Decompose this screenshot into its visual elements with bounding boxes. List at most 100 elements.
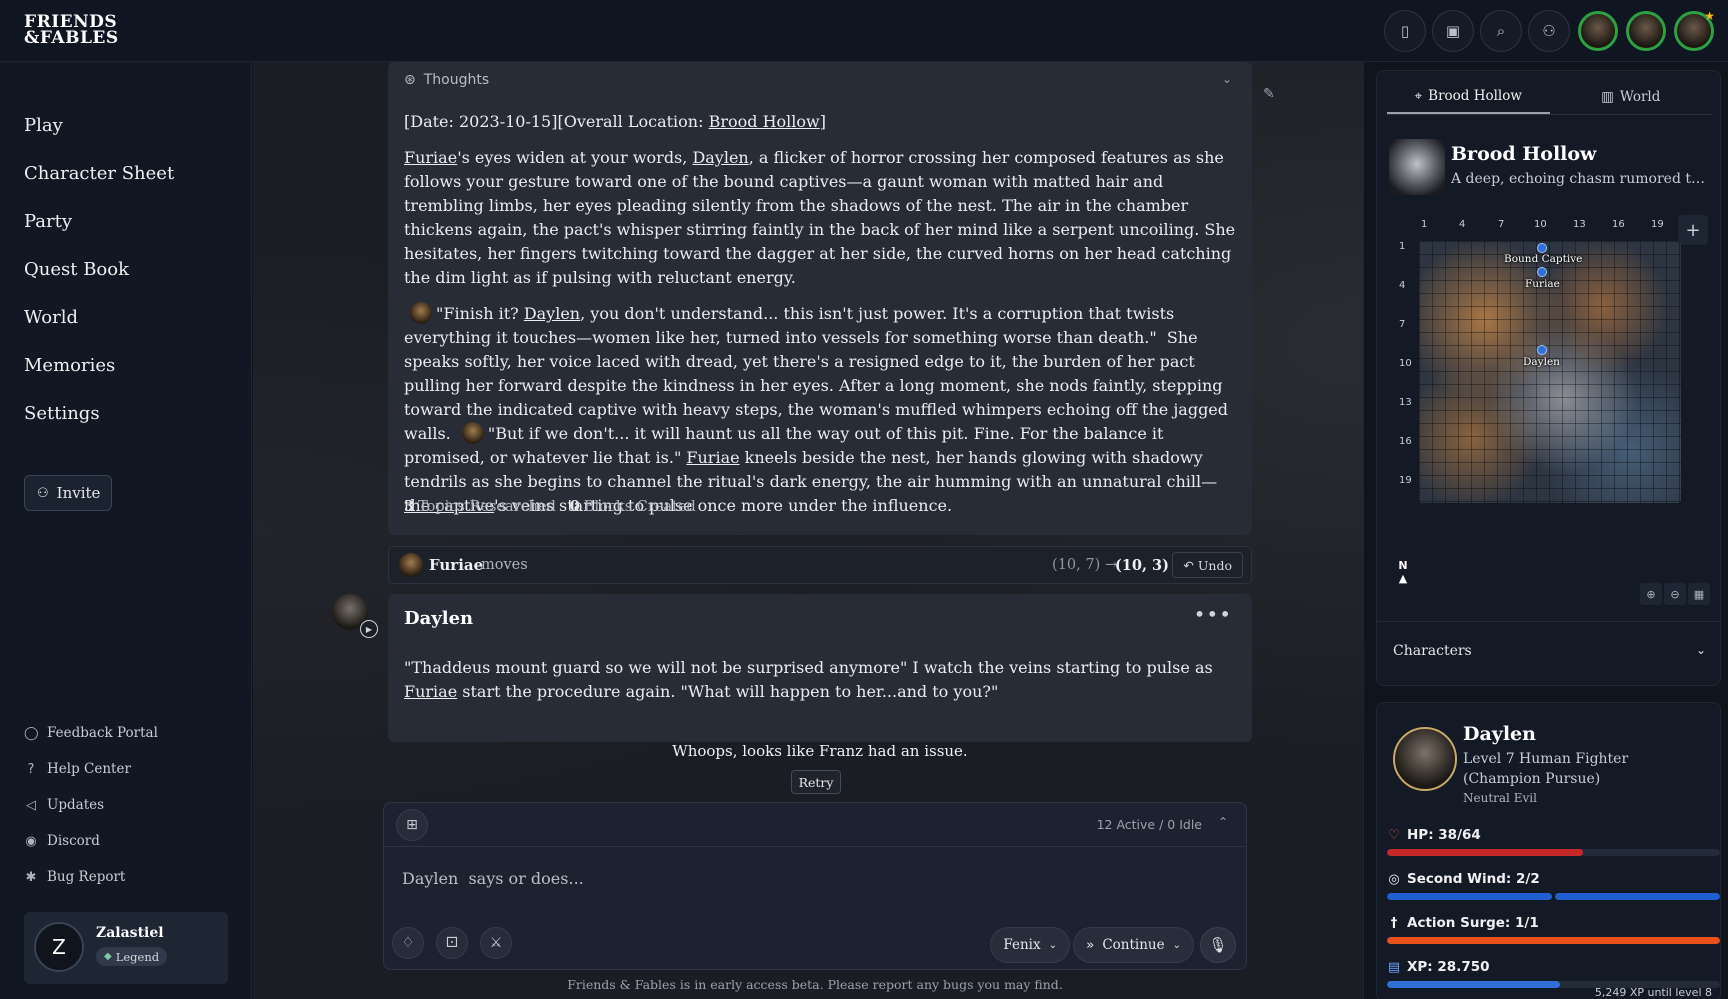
updates-link[interactable]: ◁ Updates bbox=[24, 787, 158, 823]
map-token[interactable] bbox=[1537, 243, 1547, 253]
undo-icon: ↶ bbox=[1183, 557, 1194, 573]
lightbulb-icon[interactable]: ♢ bbox=[392, 927, 424, 959]
character-link[interactable]: Daylen bbox=[524, 304, 580, 323]
second-wind-stat: ◎ Second Wind: 2/2 bbox=[1387, 871, 1720, 900]
nav-item-play[interactable]: Play bbox=[24, 114, 174, 162]
chevron-down-icon: ⌄ bbox=[1172, 939, 1181, 951]
character-link[interactable]: Furiae bbox=[404, 682, 457, 701]
location-description: A deep, echoing chasm rumored to be... bbox=[1451, 171, 1713, 187]
action-surge-stat: † Action Surge: 1/1 bbox=[1387, 915, 1720, 944]
search-icon[interactable]: ⌕ bbox=[1480, 10, 1522, 52]
chevron-down-icon: ⌄ bbox=[1048, 939, 1057, 951]
nav-item-party[interactable]: Party bbox=[24, 210, 174, 258]
chevron-up-icon[interactable]: ⌃ bbox=[1218, 815, 1228, 829]
feedback-portal-link[interactable]: ◯ Feedback Portal bbox=[24, 715, 158, 751]
map-token[interactable] bbox=[1537, 267, 1547, 277]
star-icon: ★ bbox=[1704, 9, 1715, 23]
location-name: Brood Hollow bbox=[1451, 143, 1597, 165]
invite-button[interactable]: ⚇ Invite bbox=[24, 475, 112, 511]
party-avatar-1[interactable] bbox=[1578, 11, 1618, 51]
help-center-link[interactable]: ? Help Center bbox=[24, 751, 158, 787]
retry-button[interactable]: Retry bbox=[791, 770, 841, 794]
character-link[interactable]: Furiae bbox=[686, 448, 739, 467]
pencil-icon[interactable]: ✎ bbox=[1263, 86, 1275, 102]
row-label: 19 bbox=[1399, 475, 1412, 486]
col-label: 13 bbox=[1573, 219, 1586, 230]
nav-item-memories[interactable]: Memories bbox=[24, 354, 174, 402]
top-bar: FRIENDS &FABLES ▯ ▣ ⌕ ⚇ ★ bbox=[0, 0, 1728, 62]
bug-icon: ✱ bbox=[25, 869, 37, 885]
col-label: 16 bbox=[1612, 219, 1625, 230]
zoom-out-icon[interactable]: ⊖ bbox=[1664, 583, 1686, 605]
model-select[interactable]: Fenix ⌄ bbox=[990, 927, 1070, 963]
gem-icon: ◆ bbox=[104, 951, 112, 962]
composer: ⊞ 12 Active / 0 Idle ⌃ ♢ ⚀ ⚔ Fenix ⌄ » C… bbox=[383, 802, 1247, 970]
zoom-in-icon[interactable]: ⊕ bbox=[1640, 583, 1662, 605]
character-card: Daylen Level 7 Human Fighter (Champion P… bbox=[1376, 702, 1721, 999]
brain-icon: ⊛ bbox=[404, 72, 416, 88]
action-surge-header: † Action Surge: 1/1 bbox=[1387, 915, 1720, 931]
book-icon: ▤ bbox=[1387, 959, 1401, 975]
play-icon[interactable]: ▶ bbox=[360, 620, 378, 638]
grid-icon[interactable]: ▦ bbox=[1688, 583, 1710, 605]
link-label: Help Center bbox=[47, 761, 131, 777]
tab-world[interactable]: ▥ World bbox=[1550, 79, 1713, 114]
add-user-icon: ⚇ bbox=[37, 485, 49, 501]
bug-report-link[interactable]: ✱ Bug Report bbox=[24, 859, 158, 895]
hp-label: HP: 38/64 bbox=[1407, 827, 1481, 843]
party-avatar-3[interactable]: ★ bbox=[1674, 9, 1715, 51]
chevron-down-icon[interactable]: ⌄ bbox=[1222, 72, 1232, 86]
xp-stat: ▤ XP: 28.750 bbox=[1387, 959, 1720, 988]
more-options-icon[interactable]: ••• bbox=[1194, 602, 1232, 626]
compass-label: N bbox=[1398, 559, 1408, 572]
characters-toggle[interactable]: Characters ⌄ bbox=[1377, 621, 1720, 681]
composer-header: ⊞ 12 Active / 0 Idle ⌃ bbox=[384, 803, 1246, 847]
move-verb: moves bbox=[481, 557, 528, 573]
add-icon[interactable]: + bbox=[1678, 215, 1708, 245]
activity-status: 12 Active / 0 Idle bbox=[1096, 817, 1202, 832]
sword-icon[interactable]: ⚔ bbox=[480, 927, 512, 959]
avatar[interactable] bbox=[1393, 727, 1457, 791]
nav-item-character-sheet[interactable]: Character Sheet bbox=[24, 162, 174, 210]
battle-map[interactable]: Bound Captive Furiae Daylen bbox=[1419, 241, 1681, 503]
row-label: 13 bbox=[1399, 397, 1412, 408]
tab-local[interactable]: ⌖ Brood Hollow bbox=[1387, 79, 1550, 114]
image-icon[interactable]: ▣ bbox=[1432, 10, 1474, 52]
user-name: Zalastiel bbox=[96, 925, 164, 941]
tab-label: Brood Hollow bbox=[1428, 87, 1522, 104]
undo-button[interactable]: ↶ Undo bbox=[1172, 552, 1243, 578]
party-avatar-2[interactable] bbox=[1626, 11, 1666, 51]
token-label: Daylen bbox=[1523, 356, 1560, 368]
nav-item-settings[interactable]: Settings bbox=[24, 402, 174, 450]
link-label: Bug Report bbox=[47, 869, 126, 885]
blocks-label: Blocks Created bbox=[583, 499, 696, 515]
character-link[interactable]: Furiae bbox=[404, 148, 457, 167]
nav-item-quest-book[interactable]: Quest Book bbox=[24, 258, 174, 306]
avatar bbox=[399, 553, 423, 577]
map-token[interactable] bbox=[1537, 345, 1547, 355]
move-event: Furiae moves (10, 7) → (10, 3) ↶ Undo bbox=[388, 546, 1252, 584]
discord-link[interactable]: ◉ Discord bbox=[24, 823, 158, 859]
microphone-icon[interactable]: 🎙 bbox=[1200, 927, 1236, 963]
app-logo[interactable]: FRIENDS &FABLES bbox=[24, 14, 119, 47]
add-user-icon[interactable]: ⚇ bbox=[1528, 10, 1570, 52]
message-text: "Thaddeus mount guard so we will not be … bbox=[404, 656, 1240, 704]
action-input[interactable] bbox=[402, 869, 1222, 888]
right-panel: ⌖ Brood Hollow ▥ World Brood Hollow A de… bbox=[1363, 62, 1728, 999]
sidebar-toggle-icon[interactable]: ▯ bbox=[1384, 10, 1426, 52]
location-image bbox=[1389, 139, 1445, 195]
player-message: Daylen ••• "Thaddeus mount guard so we w… bbox=[388, 594, 1252, 742]
invite-label: Invite bbox=[56, 484, 101, 502]
user-card[interactable]: Z Zalastiel ◆ Legend bbox=[24, 912, 228, 984]
dice-icon[interactable]: ⚀ bbox=[436, 927, 468, 959]
location-link[interactable]: Brood Hollow bbox=[709, 112, 820, 131]
continue-button[interactable]: » Continue ⌄ bbox=[1073, 927, 1194, 963]
mover-name: Furiae bbox=[429, 556, 484, 574]
nav-item-world[interactable]: World bbox=[24, 306, 174, 354]
blocks-icon[interactable]: ⊞ bbox=[396, 809, 428, 841]
character-class: Level 7 Human Fighter (Champion Pursue) bbox=[1463, 751, 1629, 787]
hp-header: ♡ HP: 38/64 bbox=[1387, 827, 1720, 843]
xp-header: ▤ XP: 28.750 bbox=[1387, 959, 1720, 975]
character-link[interactable]: Daylen bbox=[692, 148, 748, 167]
thoughts-toggle[interactable]: ⊛ Thoughts bbox=[404, 72, 489, 88]
